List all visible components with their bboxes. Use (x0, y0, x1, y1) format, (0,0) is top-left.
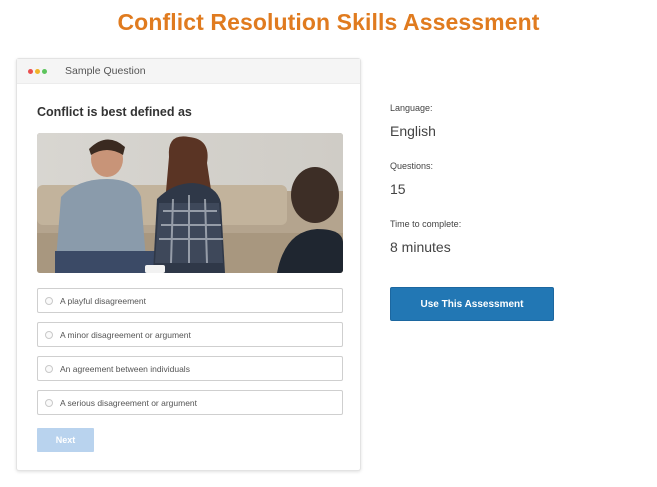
next-button[interactable]: Next (37, 428, 94, 452)
radio-button-icon[interactable] (45, 398, 53, 407)
answer-option[interactable]: An agreement between individuals (37, 356, 343, 381)
page-title: Conflict Resolution Skills Assessment (117, 9, 540, 35)
time-label: Time to complete: (390, 219, 462, 229)
window-dot-red-icon (28, 68, 33, 74)
time-value: 8 minutes (390, 239, 451, 255)
answer-option-label: A minor disagreement or argument (60, 329, 191, 340)
radio-button-icon[interactable] (45, 296, 53, 305)
answer-option[interactable]: A minor disagreement or argument (37, 322, 343, 347)
card-header: Sample Question (17, 59, 360, 84)
questions-value: 15 (390, 181, 406, 197)
use-assessment-button[interactable]: Use This Assessment (390, 287, 554, 321)
answer-option-label: A playful disagreement (60, 295, 146, 306)
language-label: Language: (390, 103, 433, 113)
questions-label: Questions: (390, 161, 434, 171)
language-value: English (390, 123, 436, 139)
answer-option[interactable]: A serious disagreement or argument (37, 390, 343, 415)
sample-question-card: Sample Question Conflict is best defined… (16, 58, 361, 471)
answer-option-label: An agreement between individuals (60, 363, 190, 374)
window-dot-yellow-icon (35, 68, 40, 74)
radio-button-icon[interactable] (45, 364, 53, 373)
question-photo (37, 133, 343, 273)
window-dot-green-icon (42, 68, 47, 74)
answer-option[interactable]: A playful disagreement (37, 288, 343, 313)
radio-button-icon[interactable] (45, 330, 53, 339)
card-header-label: Sample Question (65, 65, 146, 77)
question-text: Conflict is best defined as (37, 105, 192, 119)
answer-option-label: A serious disagreement or argument (60, 397, 198, 408)
